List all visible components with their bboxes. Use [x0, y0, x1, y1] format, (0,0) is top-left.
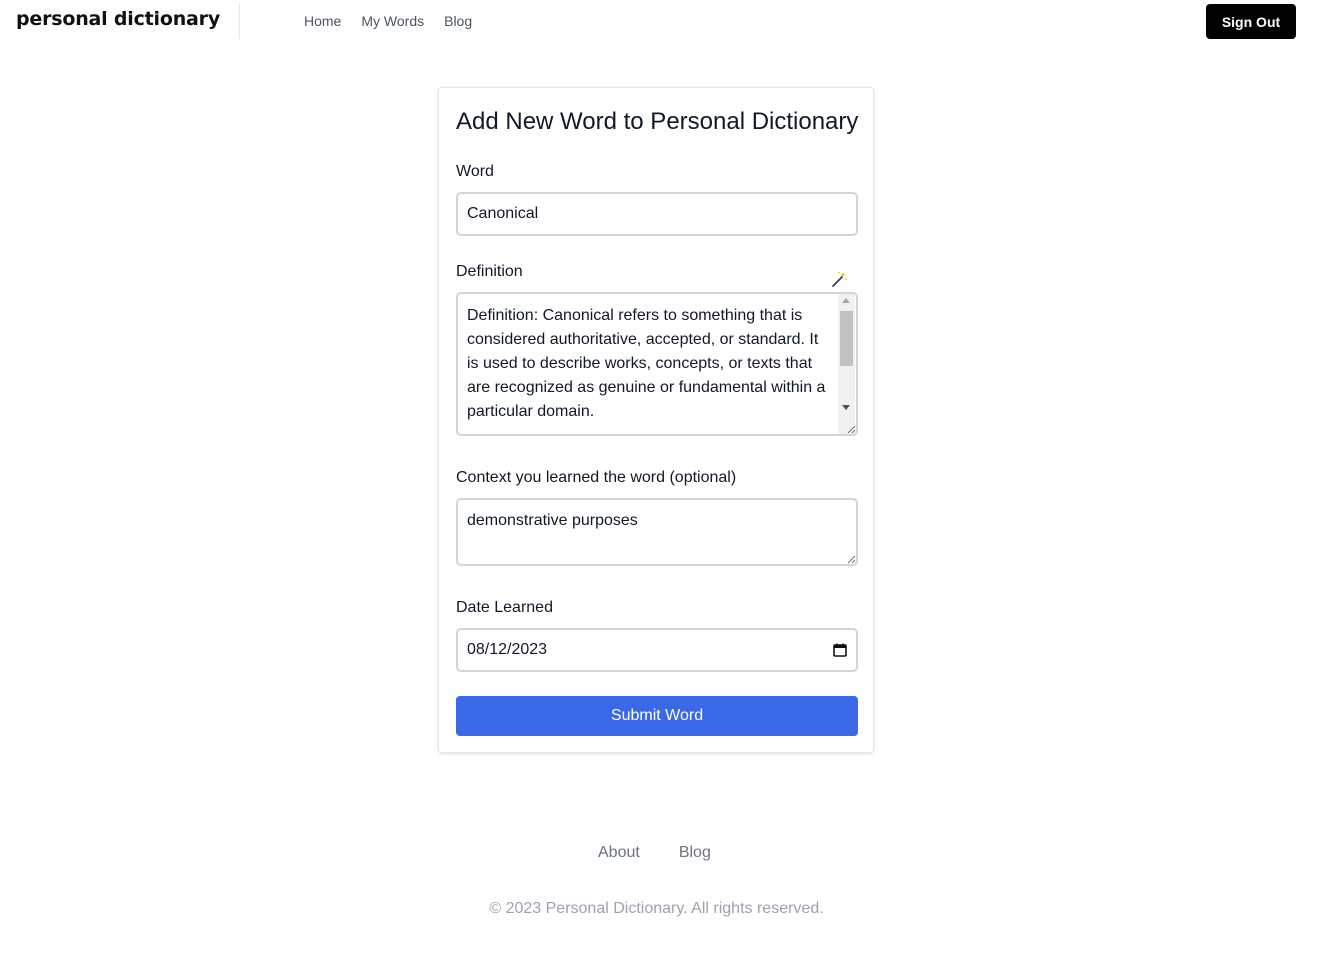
date-learned-input[interactable]: 08/12/2023: [456, 628, 858, 672]
submit-word-button[interactable]: Submit Word: [456, 696, 858, 736]
navbar-divider: [239, 3, 240, 39]
scrollbar-thumb[interactable]: [840, 311, 853, 366]
definition-scrollbar[interactable]: [838, 294, 855, 434]
add-word-card: Add New Word to Personal Dictionary Word…: [438, 87, 874, 753]
calendar-icon[interactable]: [833, 643, 847, 657]
scroll-up-arrow-icon[interactable]: [842, 298, 850, 303]
context-textarea[interactable]: demonstrative purposes: [456, 498, 858, 566]
word-input[interactable]: [456, 192, 858, 236]
sign-out-button[interactable]: Sign Out: [1206, 4, 1296, 39]
resize-grip-icon[interactable]: [846, 424, 856, 434]
footer-link-blog[interactable]: Blog: [679, 844, 711, 862]
context-label: Context you learned the word (optional): [456, 469, 737, 486]
footer-links: About Blog: [598, 844, 711, 862]
definition-label: Definition: [456, 263, 523, 280]
scroll-down-arrow-icon[interactable]: [842, 405, 850, 410]
word-label: Word: [456, 163, 494, 180]
nav-link-home[interactable]: Home: [304, 13, 341, 29]
date-value: 08/12/2023: [467, 641, 548, 658]
definition-textarea[interactable]: Definition: Canonical refers to somethin…: [456, 292, 858, 436]
magic-wand-icon[interactable]: [831, 271, 847, 287]
main-nav: Home My Words Blog: [304, 13, 472, 29]
resize-grip-icon[interactable]: [846, 554, 856, 564]
date-learned-label: Date Learned: [456, 599, 553, 616]
footer-link-about[interactable]: About: [598, 844, 640, 862]
copyright-text: © 2023 Personal Dictionary. All rights r…: [489, 900, 824, 917]
brand-logo[interactable]: personal dictionary: [16, 8, 220, 30]
nav-link-blog[interactable]: Blog: [444, 13, 472, 29]
top-navbar: personal dictionary Home My Words Blog S…: [0, 0, 1319, 44]
form-title: Add New Word to Personal Dictionary: [456, 108, 859, 135]
nav-link-my-words[interactable]: My Words: [361, 13, 424, 29]
